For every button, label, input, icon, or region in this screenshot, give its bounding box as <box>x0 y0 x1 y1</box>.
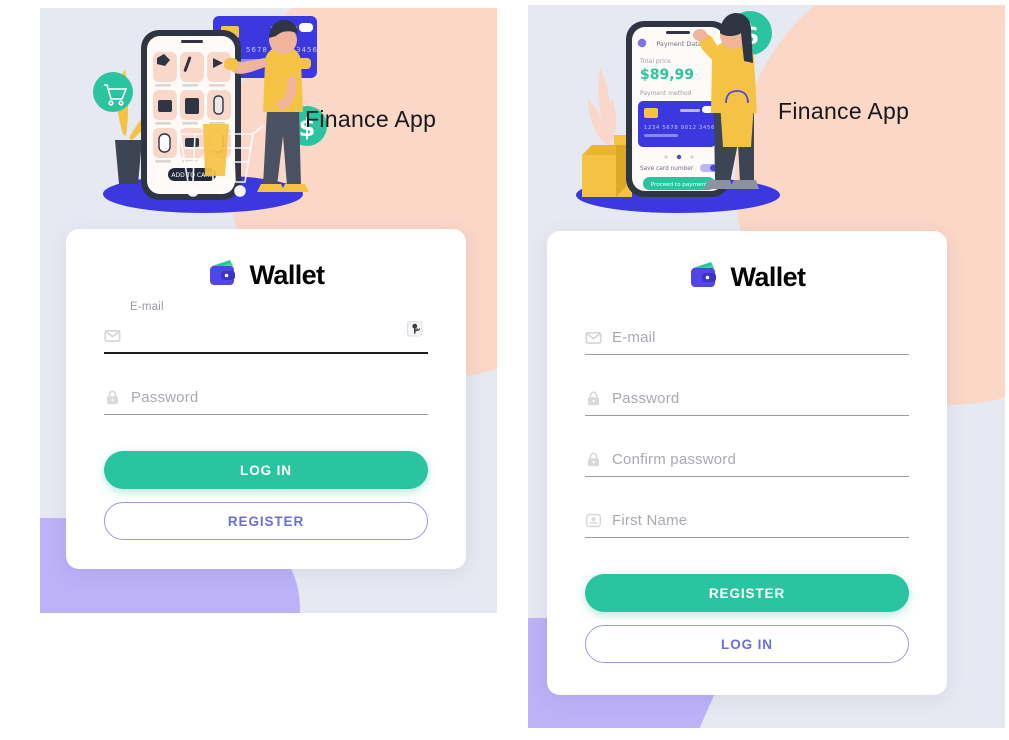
user-icon <box>585 512 602 529</box>
password-key-icon[interactable] <box>407 321 426 340</box>
page-title: Finance App <box>778 98 910 124</box>
wallet-icon <box>689 261 719 294</box>
login-button[interactable]: LOG IN <box>104 451 428 489</box>
brand-login: Wallet <box>66 259 466 292</box>
svg-text:$89,99: $89,99 <box>640 67 694 83</box>
password-field[interactable]: Password <box>104 380 428 415</box>
confirm-password-placeholder: Confirm password <box>612 450 737 468</box>
register-form-card: Wallet E-mail Password Confirm password … <box>547 231 947 695</box>
first-name-field[interactable]: First Name <box>585 503 909 538</box>
envelope-icon <box>585 329 602 346</box>
login-illustration: 1234 5678 9012 3456 ADD TO CART $ <box>85 14 335 219</box>
brand-register: Wallet <box>547 261 947 294</box>
svg-text:Total price: Total price <box>639 58 671 65</box>
login-buttons: LOG IN REGISTER <box>66 451 466 540</box>
brand-name: Wallet <box>730 262 807 292</box>
envelope-icon <box>104 327 121 344</box>
login-button[interactable]: LOG IN <box>585 625 909 663</box>
brand-name: Wallet <box>249 260 326 290</box>
register-fields: E-mail Password Confirm password First N… <box>547 320 947 538</box>
confirm-password-field[interactable]: Confirm password <box>585 442 909 477</box>
register-button[interactable]: REGISTER <box>585 574 909 612</box>
password-field[interactable]: Password <box>585 381 909 416</box>
svg-text:Payment Data: Payment Data <box>656 40 701 48</box>
password-placeholder: Password <box>131 388 199 406</box>
register-button[interactable]: REGISTER <box>104 502 428 540</box>
page-title: Finance App <box>305 105 437 132</box>
svg-text:Payment method: Payment method <box>640 90 692 97</box>
email-placeholder: E-mail <box>612 328 656 346</box>
email-field[interactable]: E-mail <box>104 301 428 354</box>
svg-text:Proceed to payment: Proceed to payment <box>651 182 708 188</box>
first-name-placeholder: First Name <box>612 511 688 529</box>
lock-icon <box>585 390 602 407</box>
password-placeholder: Password <box>612 389 680 407</box>
lock-icon <box>104 389 121 406</box>
wallet-icon <box>208 259 238 292</box>
login-fields: E-mail Password <box>66 301 466 415</box>
register-screen-panel: Finance App Payment Data Total price $89… <box>528 5 1005 728</box>
register-illustration: Payment Data Total price $89,99 Payment … <box>548 7 798 217</box>
login-screen-panel: Finance App 1234 5678 9012 3456 ADD TO C… <box>40 8 497 613</box>
email-label: E-mail <box>130 301 164 313</box>
register-buttons: REGISTER LOG IN <box>547 574 947 663</box>
svg-text:Save card number: Save card number <box>640 166 694 172</box>
email-field[interactable]: E-mail <box>585 320 909 355</box>
login-form-card: Wallet E-mail Password LOG IN REGISTER <box>66 229 466 569</box>
svg-text:1234 5678 9012 3456: 1234 5678 9012 3456 <box>644 125 715 131</box>
lock-icon <box>585 451 602 468</box>
